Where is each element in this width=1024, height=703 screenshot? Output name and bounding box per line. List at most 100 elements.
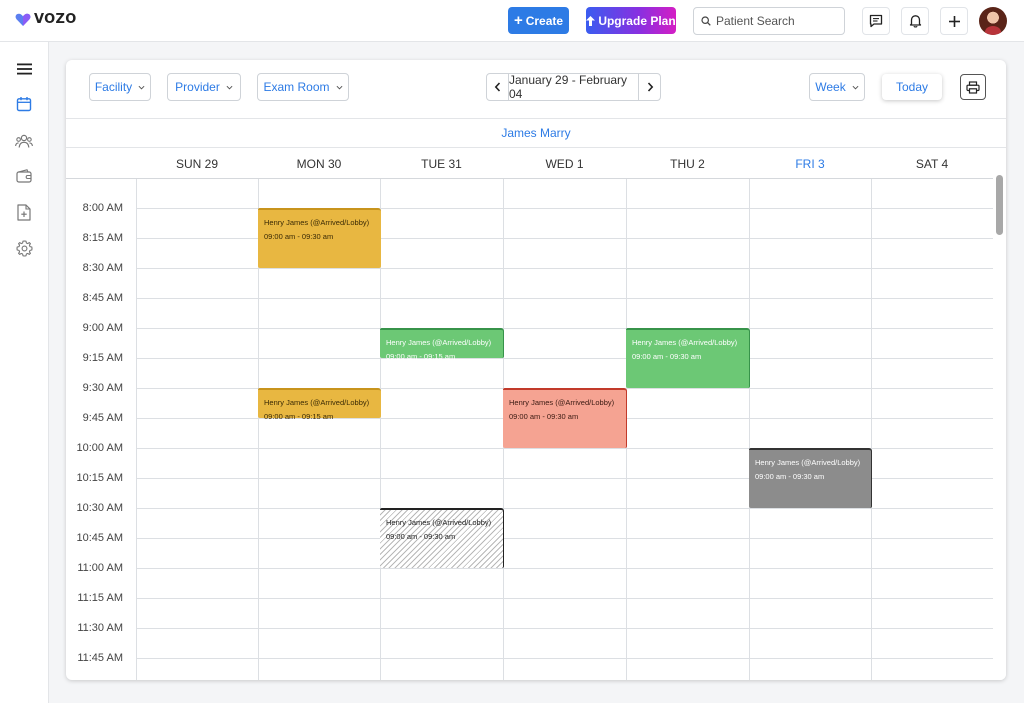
upgrade-plan-button[interactable]: Upgrade Plan (586, 7, 676, 34)
time-label: 8:15 AM (82, 232, 123, 244)
column-divider (136, 179, 137, 680)
week-grid[interactable]: 8:00 AM 8:15 AM 8:30 AM 8:45 AM 9:00 AM … (66, 179, 993, 680)
printer-icon (966, 80, 980, 94)
chevron-down-icon (138, 85, 145, 89)
provider-dropdown[interactable]: Provider (167, 73, 241, 101)
vertical-scrollbar[interactable] (993, 175, 1006, 680)
time-label: 9:45 AM (82, 412, 123, 424)
users-icon (15, 134, 33, 148)
appointment-block[interactable]: Henry James (@Arrived/Lobby) 09:00 am - … (503, 388, 627, 448)
column-divider (871, 179, 872, 680)
time-gridline (136, 508, 993, 509)
chevron-left-icon (494, 82, 500, 92)
bell-icon (909, 15, 921, 28)
print-button[interactable] (960, 74, 986, 100)
wallet-icon (16, 169, 32, 183)
time-label: 11:30 AM (77, 622, 123, 634)
appointment-time: 09:00 am - 09:30 am (264, 232, 334, 241)
appointment-time: 09:00 am - 09:30 am (386, 532, 456, 541)
search-input[interactable] (716, 14, 836, 28)
sidebar-item-calendar[interactable] (14, 94, 34, 114)
chevron-right-icon (647, 82, 653, 92)
column-divider (749, 179, 750, 680)
day-header-thu[interactable]: THU 2 (626, 148, 749, 179)
day-header-fri[interactable]: FRI 3 (749, 148, 871, 179)
appointment-block[interactable]: Henry James (@Arrived/Lobby) 09:00 am - … (380, 508, 504, 568)
create-button[interactable]: + Create (508, 7, 569, 34)
sidebar-item-documents[interactable] (14, 202, 34, 222)
appointment-patient: Henry James (@Arrived/Lobby) (264, 398, 370, 407)
patient-search[interactable] (693, 7, 845, 35)
menu-icon (16, 63, 32, 75)
create-label: Create (525, 13, 564, 28)
user-avatar[interactable] (979, 7, 1007, 35)
facility-label: Facility (94, 80, 133, 94)
time-gridline (136, 658, 993, 659)
date-navigator: January 29 - February 04 (486, 73, 661, 101)
view-label: Week (815, 80, 846, 94)
appointment-time: 09:00 am - 09:15 am (264, 412, 334, 421)
prev-week-button[interactable] (487, 74, 508, 100)
time-label: 9:00 AM (82, 322, 123, 334)
message-icon (869, 14, 883, 28)
time-gridline (136, 598, 993, 599)
appointment-time: 09:00 am - 09:30 am (509, 412, 579, 421)
day-header-sat[interactable]: SAT 4 (871, 148, 993, 179)
notifications-button[interactable] (901, 7, 929, 35)
logo[interactable]: VOZO (15, 12, 77, 27)
date-range: January 29 - February 04 (508, 73, 639, 101)
appointment-block[interactable]: Henry James (@Arrived/Lobby) 09:00 am - … (626, 328, 750, 388)
top-bar: VOZO + Create Upgrade Plan (0, 0, 1024, 42)
appointment-patient: Henry James (@Arrived/Lobby) (509, 398, 615, 407)
day-header-sun[interactable]: SUN 29 (136, 148, 258, 179)
provider-name-row: James Marry (66, 118, 1006, 148)
day-header-mon[interactable]: MON 30 (258, 148, 380, 179)
plus-icon (948, 15, 960, 27)
appointment-block[interactable]: Henry James (@Arrived/Lobby) 09:00 am - … (258, 388, 381, 421)
search-icon (701, 16, 711, 26)
sidebar (0, 42, 49, 703)
view-select[interactable]: Week (809, 73, 865, 101)
messages-button[interactable] (862, 7, 890, 35)
heart-logo-icon (15, 13, 31, 26)
provider-name[interactable]: James Marry (501, 126, 570, 140)
next-week-button[interactable] (639, 74, 660, 100)
time-label: 8:00 AM (82, 202, 123, 214)
upgrade-label: Upgrade Plan (598, 13, 676, 28)
sidebar-item-billing[interactable] (14, 166, 34, 186)
exam-room-label: Exam Room (263, 80, 330, 94)
today-button[interactable]: Today (882, 74, 942, 100)
time-label: 11:45 AM (77, 652, 123, 664)
time-gridline (136, 328, 993, 329)
appointment-time: 09:00 am - 09:15 am (386, 352, 456, 361)
time-label: 10:45 AM (76, 532, 123, 544)
appointment-time: 09:00 am - 09:30 am (755, 472, 825, 481)
provider-label: Provider (175, 80, 220, 94)
sidebar-item-menu[interactable] (14, 59, 34, 79)
scrollbar-thumb[interactable] (996, 175, 1003, 235)
gear-icon (15, 239, 33, 257)
appointment-patient: Henry James (@Arrived/Lobby) (264, 218, 370, 227)
day-header-tue[interactable]: TUE 31 (380, 148, 503, 179)
chevron-down-icon (852, 85, 859, 89)
time-label: 10:15 AM (76, 472, 123, 484)
sidebar-item-patients[interactable] (14, 131, 34, 151)
appointment-block[interactable]: Henry James (@Arrived/Lobby) 09:00 am - … (258, 208, 381, 268)
time-label: 11:15 AM (77, 592, 123, 604)
time-gridline (136, 628, 993, 629)
time-gridline (136, 358, 993, 359)
chevron-down-icon (226, 85, 233, 89)
appointment-block[interactable]: Henry James (@Arrived/Lobby) 09:00 am - … (380, 328, 504, 361)
time-label: 9:15 AM (82, 352, 123, 364)
time-label: 9:30 AM (82, 382, 123, 394)
add-button[interactable] (940, 7, 968, 35)
chevron-down-icon (336, 85, 342, 89)
sidebar-item-settings[interactable] (14, 238, 34, 258)
appointment-patient: Henry James (@Arrived/Lobby) (632, 338, 738, 347)
day-header-wed[interactable]: WED 1 (503, 148, 626, 179)
time-label: 8:30 AM (82, 262, 123, 274)
appointment-block[interactable]: Henry James (@Arrived/Lobby) 09:00 am - … (749, 448, 872, 508)
exam-room-dropdown[interactable]: Exam Room (257, 73, 349, 101)
time-label: 8:45 AM (82, 292, 123, 304)
facility-dropdown[interactable]: Facility (89, 73, 151, 101)
